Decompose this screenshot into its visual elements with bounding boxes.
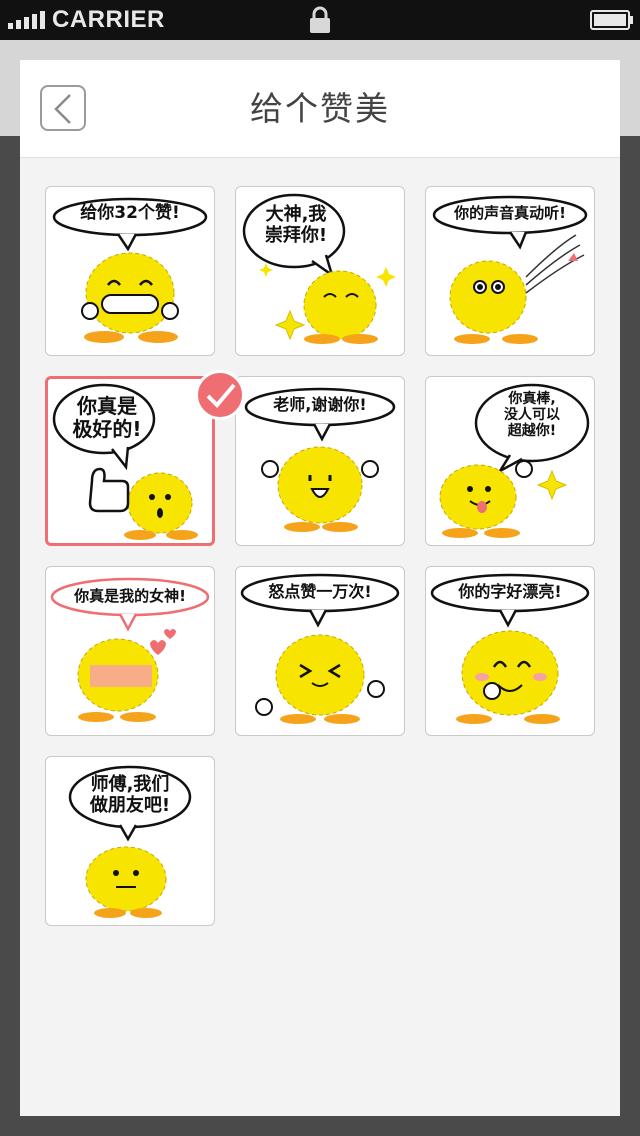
- sticker-caption: 你的声音真动听!: [454, 204, 566, 222]
- sticker-card[interactable]: 老师,谢谢你!: [235, 376, 405, 546]
- sticker-card[interactable]: 你真是我的女神!: [45, 566, 215, 736]
- sticker-card[interactable]: 大神,我 崇拜你!: [235, 186, 405, 356]
- lock-icon: [310, 6, 330, 33]
- sticker-caption: 老师,谢谢你!: [273, 395, 367, 414]
- sticker-card[interactable]: 你真棒, 没人可以 超越你!: [425, 376, 595, 546]
- sticker-caption: 你真是我的女神!: [74, 587, 186, 605]
- battery-icon: [590, 10, 633, 30]
- sticker-card[interactable]: 你的字好漂亮!: [425, 566, 595, 736]
- sticker-caption: 你真棒, 没人可以 超越你!: [504, 391, 560, 440]
- selected-check-badge: [195, 370, 245, 420]
- sticker-card-selected[interactable]: 你真是 极好的!: [45, 376, 215, 546]
- sticker-grid: 给你32个赞! 大神,我 崇拜你! 你的声音真动听! 你真是 极好的! 老师,谢…: [45, 186, 595, 946]
- sticker-card[interactable]: 你的声音真动听!: [425, 186, 595, 356]
- sticker-caption: 给你32个赞!: [80, 203, 180, 223]
- status-bar: CARRIER: [0, 0, 640, 40]
- sticker-caption: 你真是 极好的!: [72, 394, 142, 441]
- signal-bars-icon: [8, 11, 45, 29]
- dialog-header: 给个赞美: [20, 60, 620, 158]
- sticker-card[interactable]: 怒点赞一万次!: [235, 566, 405, 736]
- sticker-caption: 大神,我 崇拜你!: [264, 204, 328, 246]
- praise-dialog: 给个赞美 给你32个赞! 大神,我 崇拜你! 你的声音真动听! 你真是 极好的!…: [20, 60, 620, 1116]
- sticker-caption: 师傅,我们 做朋友吧!: [89, 774, 171, 816]
- checkmark-icon: [206, 383, 236, 408]
- sticker-caption: 怒点赞一万次!: [268, 582, 372, 601]
- dialog-title: 给个赞美: [250, 89, 390, 128]
- sticker-card[interactable]: 师傅,我们 做朋友吧!: [45, 756, 215, 926]
- sticker-card[interactable]: 给你32个赞!: [45, 186, 215, 356]
- sticker-caption: 你的字好漂亮!: [458, 582, 562, 601]
- carrier-label: CARRIER: [52, 6, 165, 33]
